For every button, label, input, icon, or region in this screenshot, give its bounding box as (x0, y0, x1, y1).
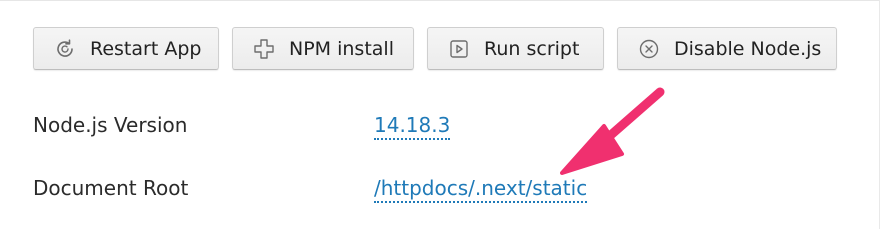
disable-nodejs-button[interactable]: Disable Node.js (617, 27, 837, 70)
top-divider (0, 0, 880, 1)
restart-app-label: Restart App (90, 37, 202, 60)
disable-nodejs-label: Disable Node.js (674, 37, 822, 60)
nodejs-version-link[interactable]: 14.18.3 (374, 113, 451, 140)
nodejs-version-label: Node.js Version (33, 113, 188, 137)
document-root-label: Document Root (33, 176, 189, 200)
run-script-label: Run script (484, 37, 580, 60)
refresh-icon (52, 36, 78, 62)
plus-outline-icon (251, 36, 277, 62)
npm-install-button[interactable]: NPM install (232, 27, 414, 70)
restart-app-button[interactable]: Restart App (33, 27, 219, 70)
document-root-link[interactable]: /httpdocs/.next/static (374, 176, 588, 203)
nodejs-settings-panel: Restart App NPM install Run script Disab… (0, 0, 880, 229)
npm-install-label: NPM install (289, 37, 394, 60)
run-script-button[interactable]: Run script (427, 27, 604, 70)
play-box-icon (446, 36, 472, 62)
close-circle-icon (636, 36, 662, 62)
